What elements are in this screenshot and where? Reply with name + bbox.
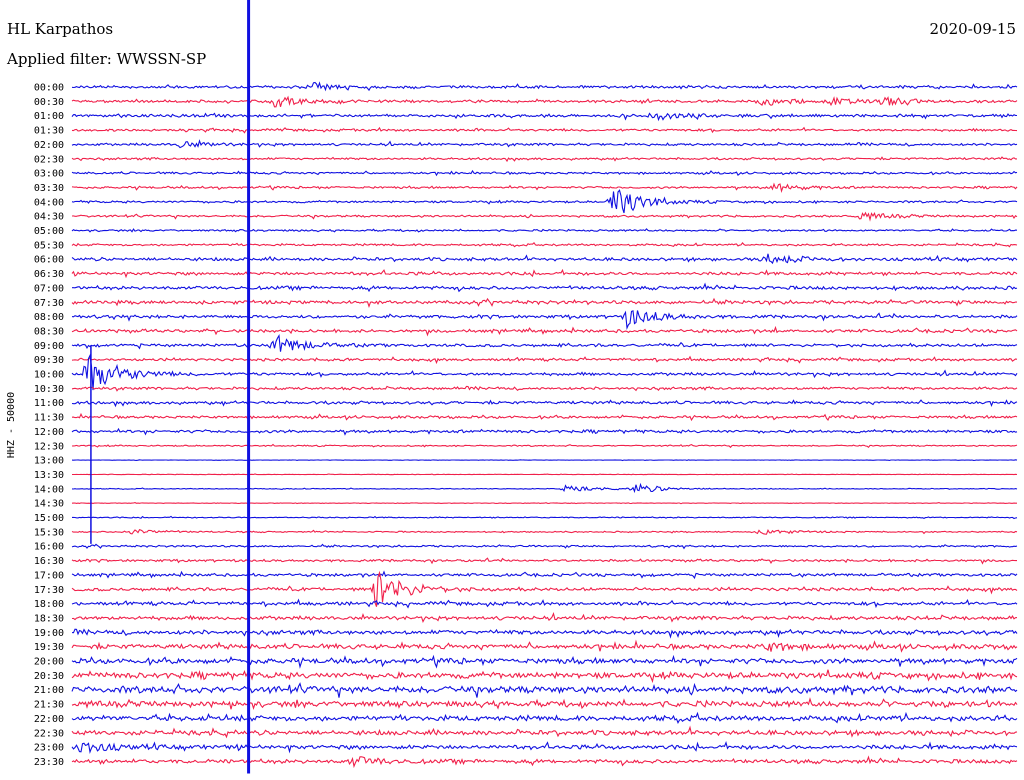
trace-row xyxy=(71,399,1018,408)
trace-row xyxy=(71,211,1018,222)
trace-row xyxy=(71,740,1018,755)
trace-row xyxy=(72,282,1018,293)
trace-row xyxy=(71,697,1018,710)
trace-row xyxy=(71,112,1018,122)
trace-row xyxy=(71,241,1018,248)
trace-row xyxy=(72,515,1018,520)
row-time-label: 22:00 xyxy=(34,714,64,725)
row-time-label: 18:30 xyxy=(34,613,64,624)
trace-row xyxy=(71,355,1018,365)
row-time-label: 14:30 xyxy=(34,499,64,510)
trace-group xyxy=(71,81,1018,769)
trace-row xyxy=(71,334,1018,352)
trace-row xyxy=(71,385,1018,392)
trace-row xyxy=(71,639,1018,653)
trace-row xyxy=(71,268,1018,279)
row-time-label: 04:00 xyxy=(34,197,64,208)
trace-row xyxy=(71,543,1018,550)
row-time-label: 23:00 xyxy=(34,743,64,754)
row-time-label: 09:30 xyxy=(34,355,64,366)
trace-row xyxy=(71,139,1018,149)
trace-row xyxy=(71,228,1018,233)
row-time-label: 00:30 xyxy=(34,97,64,108)
row-time-label: 13:30 xyxy=(34,470,64,481)
row-time-label: 08:30 xyxy=(34,326,64,337)
trace-row xyxy=(71,189,1018,214)
trace-row xyxy=(71,182,1018,193)
row-time-label: 10:00 xyxy=(34,370,64,381)
row-time-label: 14:00 xyxy=(34,484,64,495)
row-time-label: 15:30 xyxy=(34,527,64,538)
row-time-label: 11:00 xyxy=(34,398,64,409)
row-time-label: 20:30 xyxy=(34,671,64,682)
row-time-label: 07:00 xyxy=(34,283,64,294)
row-time-label: 09:00 xyxy=(34,341,64,352)
trace-row xyxy=(71,443,1018,449)
row-time-label: 05:00 xyxy=(34,226,64,237)
row-time-label: 02:30 xyxy=(34,154,64,165)
trace-row xyxy=(71,412,1018,422)
helicorder-plot: HHZ - 50000 00:00 00:30 01:00 01:30 02:00 02:… xyxy=(6,0,1018,774)
row-time-label: 21:00 xyxy=(34,685,64,696)
trace-row xyxy=(71,682,1018,698)
row-time-label: 13:00 xyxy=(34,456,64,467)
row-time-label: 01:30 xyxy=(34,126,64,137)
row-time-label: 12:00 xyxy=(34,427,64,438)
row-time-label: 19:30 xyxy=(34,642,64,653)
trace-row xyxy=(71,81,1018,92)
trace-row xyxy=(71,570,1018,580)
row-time-label: 03:30 xyxy=(34,183,64,194)
trace-row xyxy=(71,654,1018,669)
row-time-label: 11:30 xyxy=(34,413,64,424)
row-time-label: 16:30 xyxy=(34,556,64,567)
row-time-label: 01:00 xyxy=(34,111,64,122)
trace-row xyxy=(71,598,1018,609)
trace-row xyxy=(71,557,1017,565)
row-time-label: 06:30 xyxy=(34,269,64,280)
row-time-label: 05:30 xyxy=(34,240,64,251)
row-time-label: 20:00 xyxy=(34,657,64,668)
trace-row xyxy=(71,755,1018,769)
trace-row xyxy=(71,126,1018,134)
row-time-label: 16:00 xyxy=(34,542,64,553)
row-time-label: 22:30 xyxy=(34,728,64,739)
row-time-label: 04:30 xyxy=(34,212,64,223)
row-time-label: 15:00 xyxy=(34,513,64,524)
trace-row xyxy=(71,612,1018,624)
trace-row xyxy=(71,459,1018,462)
trace-row xyxy=(71,528,1018,535)
trace-row xyxy=(71,156,1017,163)
trace-row xyxy=(71,725,1018,739)
row-time-label: 12:30 xyxy=(34,441,64,452)
trace-row xyxy=(71,570,1018,607)
y-axis-label: HHZ - 50000 xyxy=(6,392,17,458)
row-time-label: 10:30 xyxy=(34,384,64,395)
row-time-label: 06:00 xyxy=(34,255,64,266)
row-time-label: 21:30 xyxy=(34,700,64,711)
row-time-label: 08:00 xyxy=(34,312,64,323)
row-time-label: 19:00 xyxy=(34,628,64,639)
trace-row xyxy=(71,325,1018,337)
trace-row xyxy=(72,473,1018,476)
row-time-label: 02:00 xyxy=(34,140,64,151)
trace-row xyxy=(71,169,1018,177)
trace-row xyxy=(71,669,1018,684)
row-label-group: 00:00 00:30 01:00 01:30 02:00 02:30 03:00 03:30… xyxy=(34,83,64,768)
trace-row xyxy=(71,253,1018,265)
row-time-label: 17:30 xyxy=(34,585,64,596)
trace-row xyxy=(71,95,1018,108)
row-time-label: 23:30 xyxy=(34,757,64,768)
trace-row xyxy=(71,310,1018,330)
trace-row xyxy=(71,482,1018,494)
row-time-label: 07:30 xyxy=(34,298,64,309)
row-time-label: 18:00 xyxy=(34,599,64,610)
trace-row xyxy=(71,502,1017,505)
trace-row xyxy=(71,711,1018,724)
row-time-label: 00:00 xyxy=(34,83,64,94)
row-time-label: 17:00 xyxy=(34,570,64,581)
trace-row xyxy=(71,628,1018,639)
trace-row xyxy=(71,427,1018,436)
row-time-label: 03:00 xyxy=(34,169,64,180)
trace-row xyxy=(71,297,1018,308)
